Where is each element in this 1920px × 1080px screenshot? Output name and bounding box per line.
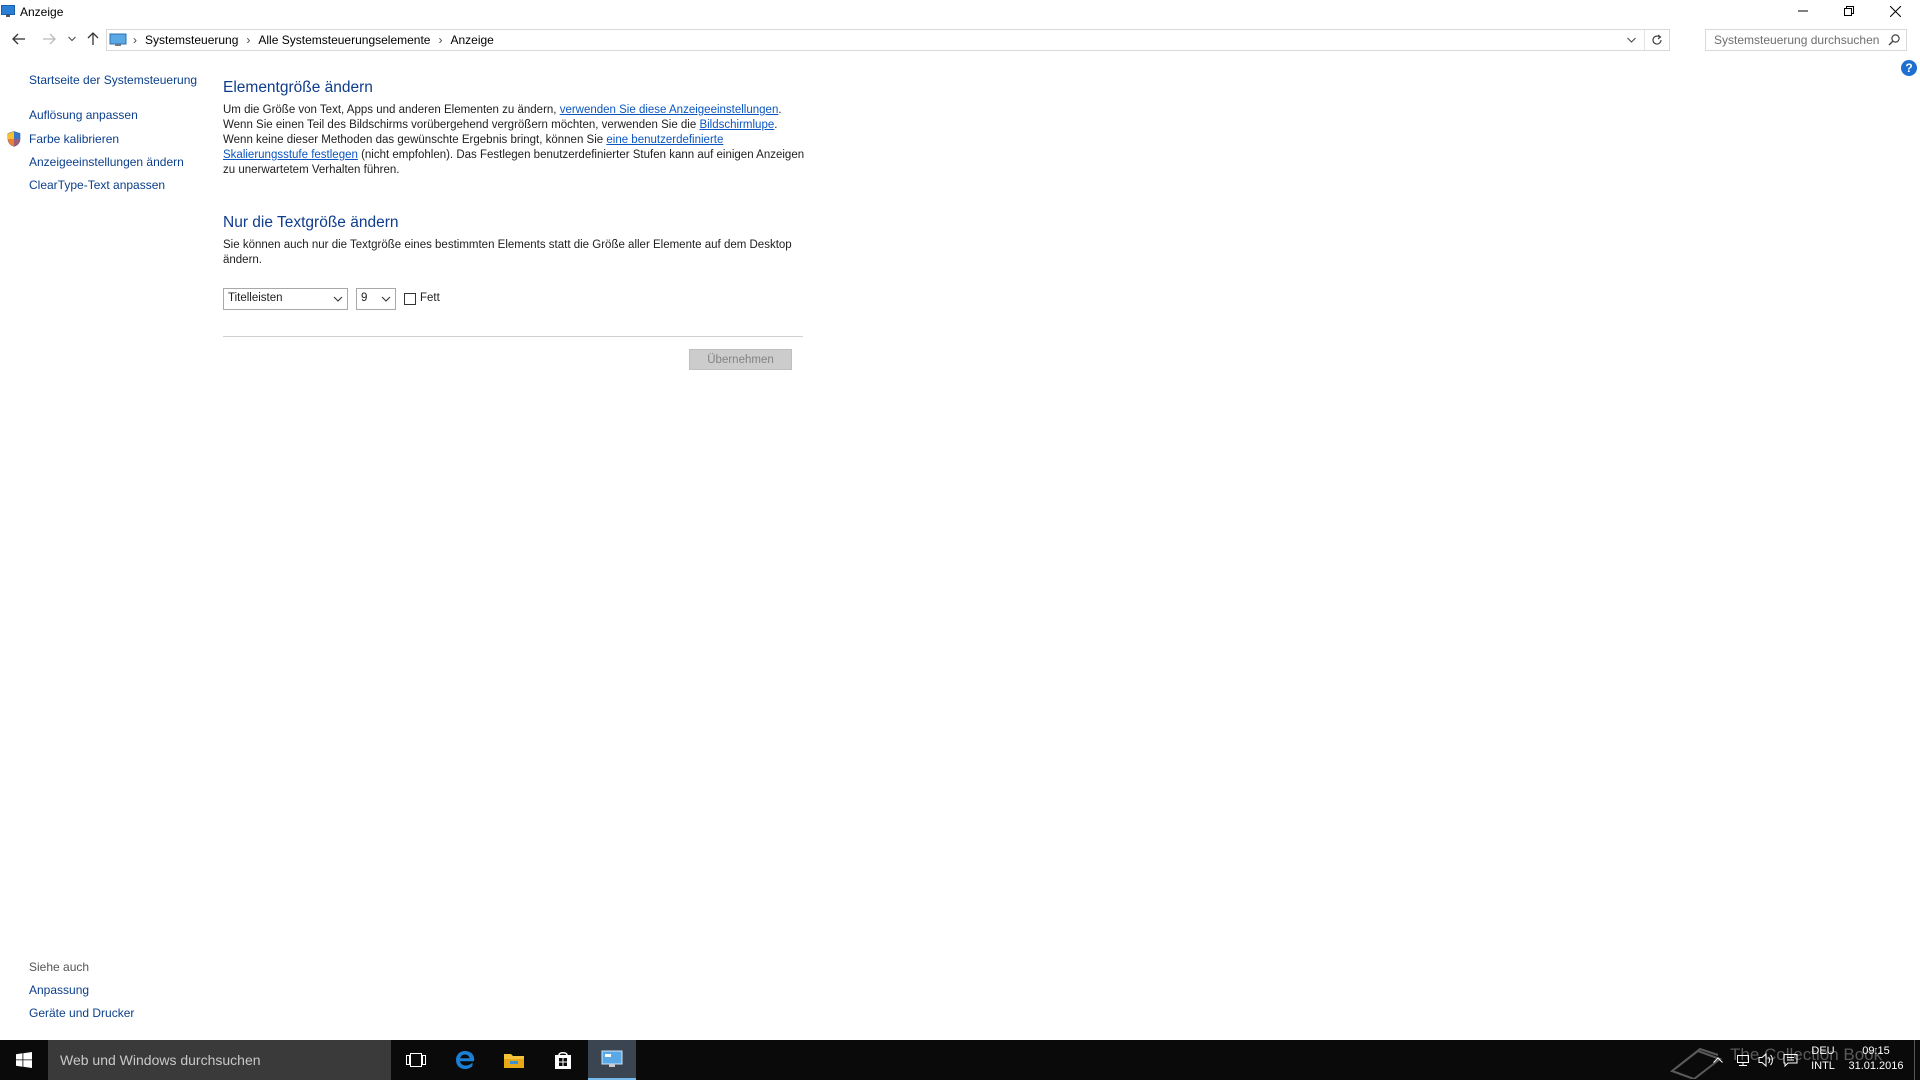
shield-icon <box>7 131 21 147</box>
breadcrumb-item[interactable]: Systemsteuerung <box>145 33 238 47</box>
divider <box>223 336 803 337</box>
chevron-up-icon <box>1713 1057 1723 1063</box>
navigation-bar: › Systemsteuerung › Alle Systemsteuerung… <box>0 27 1920 53</box>
start-button[interactable] <box>0 1040 48 1080</box>
refresh-icon <box>1652 34 1662 45</box>
sidebar-item-calibrate-color[interactable]: Farbe kalibrieren <box>29 132 119 146</box>
taskbar-search-placeholder: Web und Windows durchsuchen <box>60 1052 261 1068</box>
search-box <box>1705 29 1907 51</box>
network-icon[interactable] <box>1736 1053 1750 1067</box>
language-code: DEU <box>1811 1045 1835 1057</box>
see-also-personalization-link[interactable]: Anpassung <box>29 983 89 997</box>
minimize-icon <box>1798 10 1808 12</box>
description-text: Um die Größe von Text, Apps und anderen … <box>223 104 560 116</box>
edge-browser-button[interactable] <box>441 1040 489 1080</box>
show-hidden-icons-button[interactable] <box>1712 1054 1724 1066</box>
see-also-heading: Siehe auch <box>29 960 90 974</box>
close-icon <box>1889 5 1901 17</box>
close-button[interactable] <box>1872 0 1918 22</box>
control-panel-home-link[interactable]: Startseite der Systemsteuerung <box>29 73 197 87</box>
window-title: Anzeige <box>20 5 64 19</box>
control-panel-icon <box>601 1050 623 1067</box>
address-bar[interactable]: › Systemsteuerung › Alle Systemsteuerung… <box>106 29 1670 51</box>
breadcrumb-separator-icon: › <box>438 33 443 47</box>
clock-date: 31.01.2016 <box>1848 1060 1904 1072</box>
arrow-right-icon <box>43 33 56 45</box>
chevron-down-icon <box>381 296 391 302</box>
apply-button[interactable]: Übernehmen <box>689 349 792 370</box>
description-text: Wenn Sie einen Teil des Bildschirms vorü… <box>223 119 700 131</box>
chevron-down-icon <box>1626 37 1636 43</box>
forward-button[interactable] <box>38 27 60 51</box>
section-title-text-size: Nur die Textgröße ändern <box>223 214 399 231</box>
font-size-value: 9 <box>361 292 368 304</box>
element-size-description: Um die Größe von Text, Apps und anderen … <box>223 103 808 178</box>
edge-icon <box>456 1051 475 1069</box>
store-icon <box>555 1052 571 1069</box>
bold-label: Fett <box>420 292 440 304</box>
control-panel-icon <box>109 33 127 46</box>
description-text: . <box>774 119 778 131</box>
action-center-icon[interactable] <box>1783 1053 1798 1067</box>
clock-time: 09:15 <box>1862 1045 1890 1057</box>
element-select-value: Titelleisten <box>228 292 283 304</box>
address-dropdown-button[interactable] <box>1623 33 1639 47</box>
restore-icon <box>1844 6 1854 16</box>
clock[interactable]: 09:15 31.01.2016 <box>1846 1044 1906 1074</box>
title-bar: Anzeige <box>0 0 1920 24</box>
input-language-indicator[interactable]: DEU INTL <box>1808 1044 1838 1074</box>
search-input[interactable] <box>1714 32 1884 48</box>
sidebar-item-display-settings[interactable]: Anzeigeeinstellungen ändern <box>29 155 184 169</box>
up-button[interactable] <box>82 27 104 51</box>
element-select[interactable]: Titelleisten <box>223 288 348 310</box>
help-icon[interactable]: ? <box>1901 60 1917 76</box>
display-icon <box>1 5 15 17</box>
display-settings-link[interactable]: verwenden Sie diese Anzeigeeinstellungen <box>560 104 779 116</box>
see-also-devices-printers-link[interactable]: Geräte und Drucker <box>29 1006 134 1020</box>
breadcrumb-item[interactable]: Anzeige <box>450 33 493 47</box>
taskbar: Web und Windows durchsuchen The Collecti… <box>0 1040 1920 1080</box>
section-title-element-size: Elementgröße ändern <box>223 79 373 96</box>
breadcrumb-item[interactable]: Alle Systemsteuerungselemente <box>258 33 430 47</box>
description-text: . <box>778 104 782 116</box>
show-desktop-button[interactable] <box>1914 1040 1920 1080</box>
chevron-down-icon <box>333 296 343 302</box>
breadcrumb-separator-icon: › <box>246 33 251 47</box>
arrow-left-icon <box>12 33 25 45</box>
sidebar-item-cleartype[interactable]: ClearType-Text anpassen <box>29 178 165 192</box>
store-button[interactable] <box>539 1040 587 1080</box>
text-size-description: Sie können auch nur die Textgröße eines … <box>223 239 792 266</box>
control-panel-taskbar-button[interactable] <box>588 1040 636 1080</box>
volume-icon[interactable] <box>1758 1052 1774 1068</box>
task-view-icon <box>406 1053 426 1067</box>
search-icon[interactable] <box>1888 34 1900 46</box>
folder-icon <box>504 1054 524 1068</box>
taskbar-search-box[interactable]: Web und Windows durchsuchen <box>48 1040 391 1080</box>
chevron-down-icon <box>68 36 76 42</box>
back-button[interactable] <box>8 27 30 51</box>
breadcrumb-separator-icon: › <box>133 33 137 47</box>
recent-locations-button[interactable] <box>62 27 82 51</box>
minimize-button[interactable] <box>1780 0 1826 22</box>
font-size-select[interactable]: 9 <box>356 288 396 310</box>
arrow-up-icon <box>87 32 99 45</box>
windows-logo-icon <box>16 1052 32 1068</box>
refresh-button[interactable] <box>1644 30 1669 50</box>
bold-checkbox[interactable] <box>404 293 416 305</box>
keyboard-layout: INTL <box>1811 1060 1835 1072</box>
magnifier-link[interactable]: Bildschirmlupe <box>699 119 774 131</box>
restore-button[interactable] <box>1826 0 1872 22</box>
sidebar-item-resolution[interactable]: Auflösung anpassen <box>29 108 138 122</box>
file-explorer-button[interactable] <box>490 1040 538 1080</box>
breadcrumb: › Systemsteuerung › Alle Systemsteuerung… <box>107 30 494 50</box>
description-text: Wenn keine dieser Methoden das gewünscht… <box>223 134 607 146</box>
task-view-button[interactable] <box>392 1040 440 1080</box>
